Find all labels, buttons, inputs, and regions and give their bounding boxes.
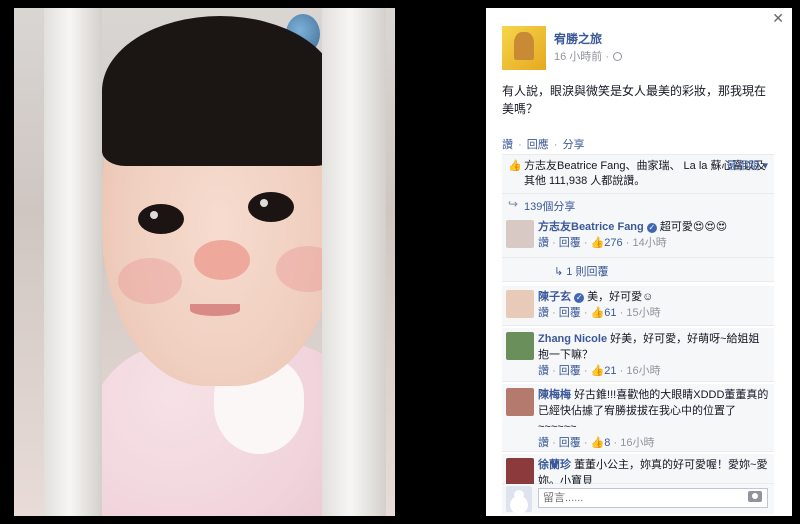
post-message: 有人說，眼淚與微笑是女人最美的彩妝，那我現在美嗎？ [502,84,767,116]
baby-photo[interactable] [14,8,395,516]
comment-time[interactable]: 14小時 [632,237,666,249]
crib-bar-right [322,8,386,516]
comment-body: Zhang Nicole 好美，好可愛，好萌呀~給姐姐抱一下嘛？ 讚 · 回覆 … [538,328,774,382]
commenter-name[interactable]: Zhang Nicole [538,333,607,345]
comment-time[interactable]: 16小時 [626,365,660,377]
comment-like-link[interactable]: 讚 [538,307,549,319]
post-timestamp[interactable]: 16 小時前 · [554,48,623,64]
separator: · [583,365,588,377]
my-avatar [506,486,532,512]
photo-viewer [0,0,486,524]
thumbs-up-icon: 👍 [590,307,605,319]
commenter-avatar[interactable] [506,332,534,360]
comment-reply-link[interactable]: 回覆 [559,437,581,449]
close-icon[interactable]: ✕ [772,10,784,27]
commenter-avatar[interactable] [506,388,534,416]
camera-icon[interactable] [748,491,762,502]
replies-count-link[interactable]: ↳ 1 則回覆 [554,263,608,279]
separator: · [613,437,618,449]
comment-reply-link[interactable]: 回覆 [559,237,581,249]
likes-box: 👍 方志友Beatrice Fang、曲家瑞、 La la 蘇心甯以及其他 11… [502,154,774,219]
comment-body: 陳梅梅 好古錐!!!喜歡他的大眼睛XDDD董董真的已經快佔據了宥勝拔拔在我心中的… [538,384,774,454]
photo-cheek-left [118,258,182,304]
comment-item: 陳梅梅 好古錐!!!喜歡他的大眼睛XDDD董董真的已經快佔據了宥勝拔拔在我心中的… [502,384,774,452]
comment-reply-link[interactable]: 回覆 [559,307,581,319]
separator: · [552,237,556,249]
post-panel: ✕ 宥勝之旅 16 小時前 · 有人說，眼淚與微笑是女人最美的彩妝，那我現在美嗎… [486,8,792,516]
commenter-avatar[interactable] [506,220,534,248]
separator: · [619,307,624,319]
comment-body: 方志友Beatrice Fang ✓ 超可愛😍😍😍 讚 · 回覆 · 👍276 … [538,216,774,254]
page-avatar[interactable] [502,26,546,70]
thumbs-up-icon: 👍 [590,437,605,449]
photo-hair-fringe [164,68,244,160]
comment-time[interactable]: 16小時 [620,437,654,449]
comment-like-link[interactable]: 讚 [538,365,549,377]
separator: · [583,307,588,319]
separator: · [552,437,556,449]
shares-count[interactable]: 139個分享 [524,201,575,213]
commenter-avatar[interactable] [506,290,534,318]
comment-time[interactable]: 15小時 [626,307,660,319]
comment-like-count[interactable]: 61 [604,307,616,319]
comment-item: 方志友Beatrice Fang ✓ 超可愛😍😍😍 讚 · 回覆 · 👍276 … [502,216,774,258]
photo-eye-left [138,204,184,234]
globe-icon [613,52,623,61]
comment-item: 陳子玄 ✓ 美，好可愛☺ 讚 · 回覆 · 👍61 · 15小時 [502,286,774,326]
comment-composer [502,484,774,514]
comment-like-count[interactable]: 8 [604,437,610,449]
comment-text: 美，好可愛☺ [587,291,654,303]
post-time-text: 16 小時前 · [554,51,610,63]
separator: · [518,139,522,151]
likes-summary: 👍 方志友Beatrice Fang、曲家瑞、 La la 蘇心甯以及其他 11… [502,155,774,194]
post-actions: 讚 · 回應 · 分享 [502,136,585,152]
thumbs-up-icon: 👍 [590,365,605,377]
comment-meta: 讚 · 回覆 · 👍8 · 16小時 [538,435,770,451]
commenter-avatar[interactable] [506,458,534,486]
comment-like-count[interactable]: 21 [604,365,616,377]
comment-like-link[interactable]: 讚 [538,237,549,249]
comment-like-count[interactable]: 276 [604,237,622,249]
comment-link[interactable]: 回應 [527,139,549,151]
post-header: 宥勝之旅 16 小時前 · [502,26,776,70]
separator: · [552,307,556,319]
thumbs-up-icon: 👍 [590,237,605,249]
share-link[interactable]: 分享 [563,139,585,151]
page-name[interactable]: 宥勝之旅 [554,30,602,47]
separator: · [553,139,558,151]
comment-item: 徐蘭珍 董董小公主，妳真的好可愛喔！愛妳~愛妳。小寶貝 [502,454,774,487]
comment-text: 好古錐!!!喜歡他的大眼睛XDDD董董真的已經快佔據了宥勝拔拔在我心中的位置了~… [538,389,769,433]
comment-body: 陳子玄 ✓ 美，好可愛☺ 讚 · 回覆 · 👍61 · 15小時 [538,286,774,324]
comment-meta: 讚 · 回覆 · 👍276 · 14小時 [538,235,770,251]
crib-bar-left [44,8,102,516]
commenter-name[interactable]: 陳子玄 [538,291,571,303]
comment-meta: 讚 · 回覆 · 👍61 · 15小時 [538,305,770,321]
share-arrow-icon: ↪ [508,197,519,211]
photo-eye-right [248,192,294,222]
photo-mouth [190,304,240,316]
verified-badge-icon: ✓ [574,293,585,303]
comment-input[interactable] [538,488,768,508]
separator: · [583,237,588,249]
comment-like-link[interactable]: 讚 [538,437,549,449]
comment-item: Zhang Nicole 好美，好可愛，好萌呀~給姐姐抱一下嘛？ 讚 · 回覆 … [502,328,774,382]
photo-nose [194,240,250,280]
commenter-name[interactable]: 陳梅梅 [538,389,571,401]
most-relevant-dropdown[interactable]: 最相關 ▾ [726,159,768,174]
comment-reply-link[interactable]: 回覆 [559,365,581,377]
commenter-name[interactable]: 徐蘭珍 [538,459,571,471]
comment-meta: 讚 · 回覆 · 👍21 · 16小時 [538,363,770,379]
replies-toggle[interactable]: ↳ 1 則回覆 [502,258,774,282]
verified-badge-icon: ✓ [646,223,657,233]
separator: · [583,437,588,449]
like-link[interactable]: 讚 [502,139,513,151]
comment-text: 董董小公主，妳真的好可愛喔！愛妳~愛妳。小寶貝 [538,459,768,487]
separator: · [625,237,630,249]
thumbs-up-icon: 👍 [508,160,522,172]
separator: · [552,365,556,377]
commenter-name[interactable]: 方志友Beatrice Fang [538,221,644,233]
comment-text: 超可愛😍😍😍 [659,221,728,233]
separator: · [619,365,624,377]
